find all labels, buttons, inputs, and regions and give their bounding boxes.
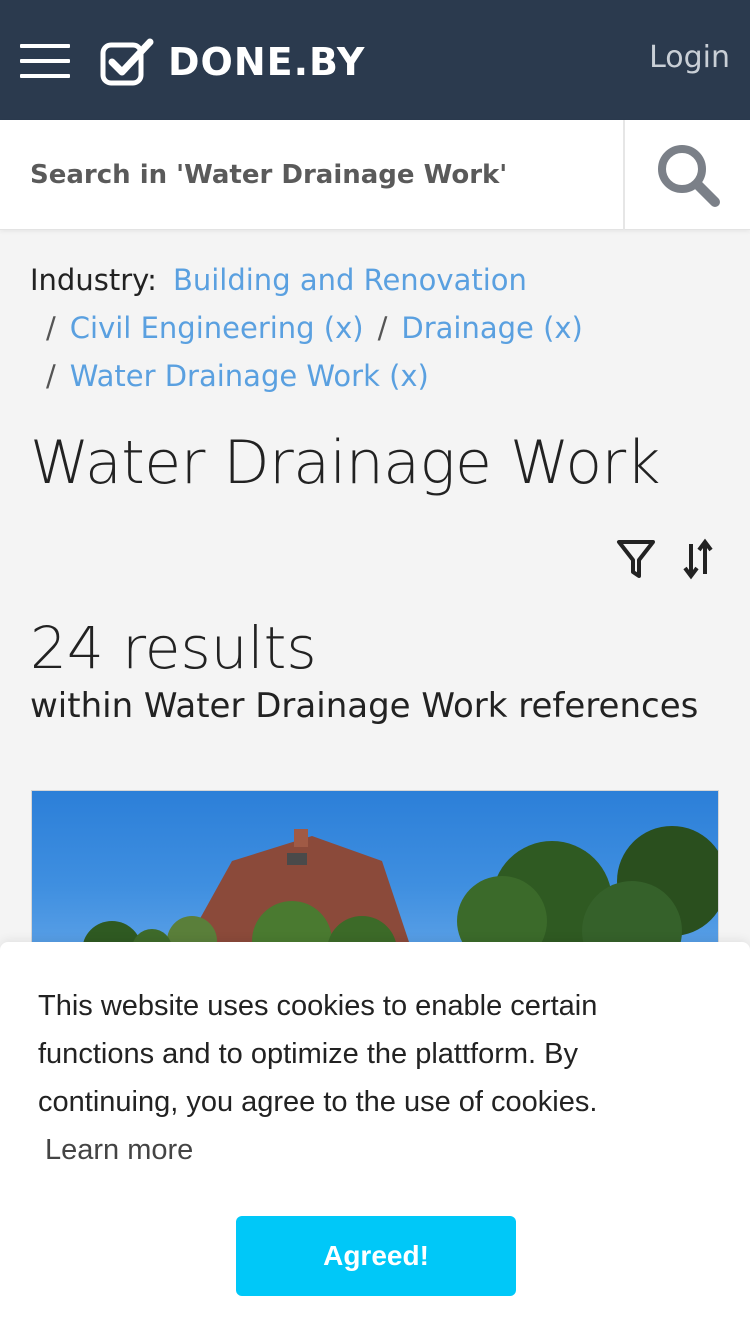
breadcrumb-separator: / xyxy=(46,311,56,345)
top-navbar: DONE.BY Login xyxy=(0,0,750,120)
breadcrumb-item-civil-engineering[interactable]: Civil Engineering (x) xyxy=(70,311,364,345)
sort-icon xyxy=(683,538,713,580)
hamburger-line xyxy=(20,59,70,63)
results-subtitle: within Water Drainage Work references xyxy=(30,686,699,726)
brand-logo[interactable]: DONE.BY xyxy=(100,38,365,86)
breadcrumb: Industry: Building and Renovation / Civil … xyxy=(30,256,720,400)
search-input[interactable] xyxy=(0,120,622,230)
checkbox-logo-icon xyxy=(100,38,154,86)
hamburger-line xyxy=(20,74,70,78)
search-bar xyxy=(0,120,750,230)
cookie-message: This website uses cookies to enable cert… xyxy=(38,990,598,1118)
cookie-banner: This website uses cookies to enable cert… xyxy=(0,942,750,1334)
filter-icon xyxy=(617,540,655,578)
search-button[interactable] xyxy=(623,120,750,230)
breadcrumb-line: Industry: Building and Renovation xyxy=(30,256,720,304)
search-icon xyxy=(657,145,720,207)
result-card-image[interactable] xyxy=(31,790,719,950)
breadcrumb-item-water-drainage[interactable]: Water Drainage Work (x) xyxy=(70,359,429,393)
sort-button[interactable] xyxy=(676,536,720,582)
breadcrumb-separator: / xyxy=(377,311,388,345)
breadcrumb-label: Industry: xyxy=(30,263,157,297)
breadcrumb-item-drainage[interactable]: Drainage (x) xyxy=(401,311,583,345)
brand-name: DONE.BY xyxy=(168,40,366,84)
hamburger-menu-icon[interactable] xyxy=(20,44,70,78)
breadcrumb-line: / Civil Engineering (x) / Drainage (x) xyxy=(30,304,720,352)
filter-button[interactable] xyxy=(614,536,658,582)
toolbar xyxy=(614,536,720,582)
breadcrumb-item-building[interactable]: Building and Renovation xyxy=(173,263,527,297)
cookie-learn-more-link[interactable]: Learn more xyxy=(45,1134,193,1167)
breadcrumb-line: / Water Drainage Work (x) xyxy=(30,352,720,400)
house-photo xyxy=(82,826,718,949)
login-link[interactable]: Login xyxy=(649,40,730,75)
cookie-agree-button[interactable]: Agreed! xyxy=(236,1216,516,1296)
hamburger-line xyxy=(20,44,70,48)
page-title: Water Drainage Work xyxy=(30,428,660,498)
breadcrumb-separator: / xyxy=(46,359,56,393)
results-count: 24 results xyxy=(30,614,317,682)
